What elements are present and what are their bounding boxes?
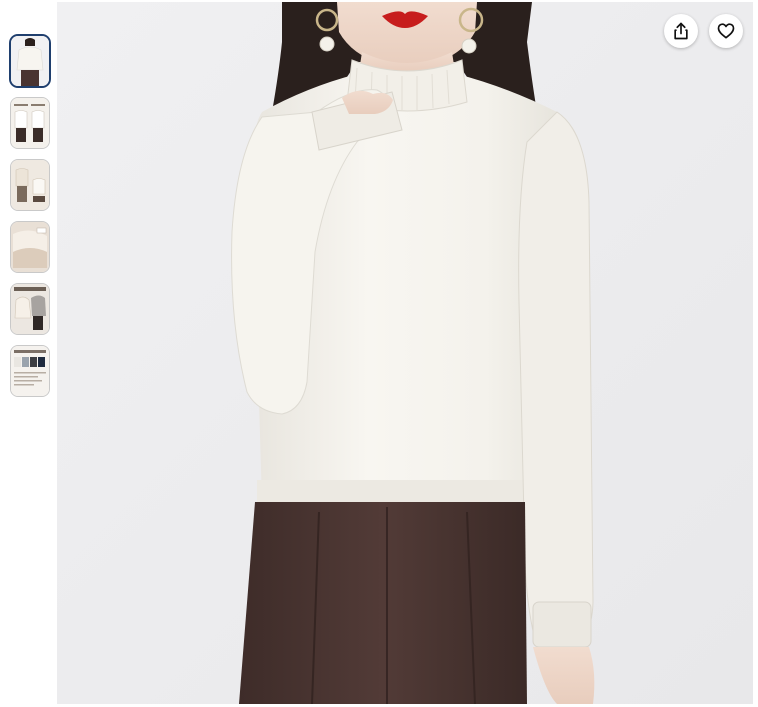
heart-icon	[716, 21, 736, 41]
thumbnail-2-pose-collage[interactable]	[10, 97, 50, 149]
thumbnail-strip	[10, 35, 50, 407]
main-product-image[interactable]	[57, 2, 753, 704]
thumbnail-3-image	[11, 160, 49, 210]
product-gallery	[0, 0, 758, 707]
share-button[interactable]	[664, 14, 698, 48]
thumbnail-1-image	[11, 36, 49, 86]
trousers	[239, 502, 527, 704]
thumbnail-3-styling-collage[interactable]	[10, 159, 50, 211]
thumbnail-6-color-options[interactable]	[10, 345, 50, 397]
share-icon	[671, 21, 691, 41]
thumbnail-5-fleece-lining[interactable]	[10, 283, 50, 335]
thumbnail-2-image	[11, 98, 49, 148]
wishlist-button[interactable]	[709, 14, 743, 48]
product-photo-model-sweater	[57, 2, 753, 704]
thumbnail-1-model-front[interactable]	[10, 35, 50, 87]
thumbnail-5-image	[11, 284, 49, 334]
thumbnail-6-image	[11, 346, 49, 396]
thumbnail-4-image	[11, 222, 49, 272]
thumbnail-4-fabric-detail[interactable]	[10, 221, 50, 273]
